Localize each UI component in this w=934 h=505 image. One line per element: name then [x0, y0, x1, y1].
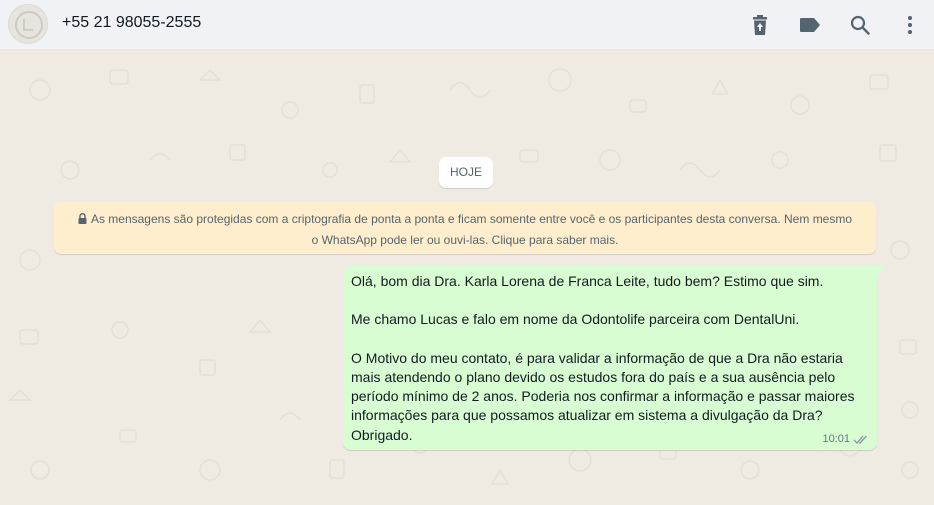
message-time: 10:01 [822, 433, 850, 445]
encryption-notice[interactable]: As mensagens são protegidas com a cripto… [54, 202, 876, 254]
encryption-notice-text-line2: o WhatsApp pode ler ou ouvi-las. Clique … [311, 233, 619, 247]
outgoing-message-bubble[interactable]: Olá, bom dia Dra. Karla Lorena de Franca… [343, 266, 885, 450]
delete-chat-icon [753, 15, 767, 35]
search-icon [850, 15, 870, 35]
chat-panel[interactable]: HOJE As mensagens são protegidas com a c… [0, 50, 934, 505]
default-avatar-icon [15, 11, 43, 39]
encryption-notice-line1: As mensagens são protegidas com a cripto… [62, 209, 868, 230]
date-separator: HOJE [439, 157, 493, 188]
lock-icon [78, 213, 87, 224]
message-meta: 10:01 [822, 433, 869, 445]
label-icon [800, 18, 820, 32]
bubble-tail [877, 266, 885, 277]
delete-chat-button[interactable] [743, 8, 777, 42]
chat-header: +55 21 98055-2555 [0, 0, 934, 50]
menu-icon [908, 16, 912, 34]
contact-name[interactable]: +55 21 98055-2555 [62, 14, 201, 32]
contact-avatar[interactable] [8, 4, 48, 44]
search-button[interactable] [843, 8, 877, 42]
read-receipt-icon [853, 435, 867, 444]
menu-button[interactable] [893, 8, 927, 42]
label-chat-button[interactable] [793, 8, 827, 42]
message-text: Olá, bom dia Dra. Karla Lorena de Franca… [351, 273, 855, 443]
encryption-notice-text-line1: As mensagens são protegidas com a cripto… [90, 212, 853, 226]
